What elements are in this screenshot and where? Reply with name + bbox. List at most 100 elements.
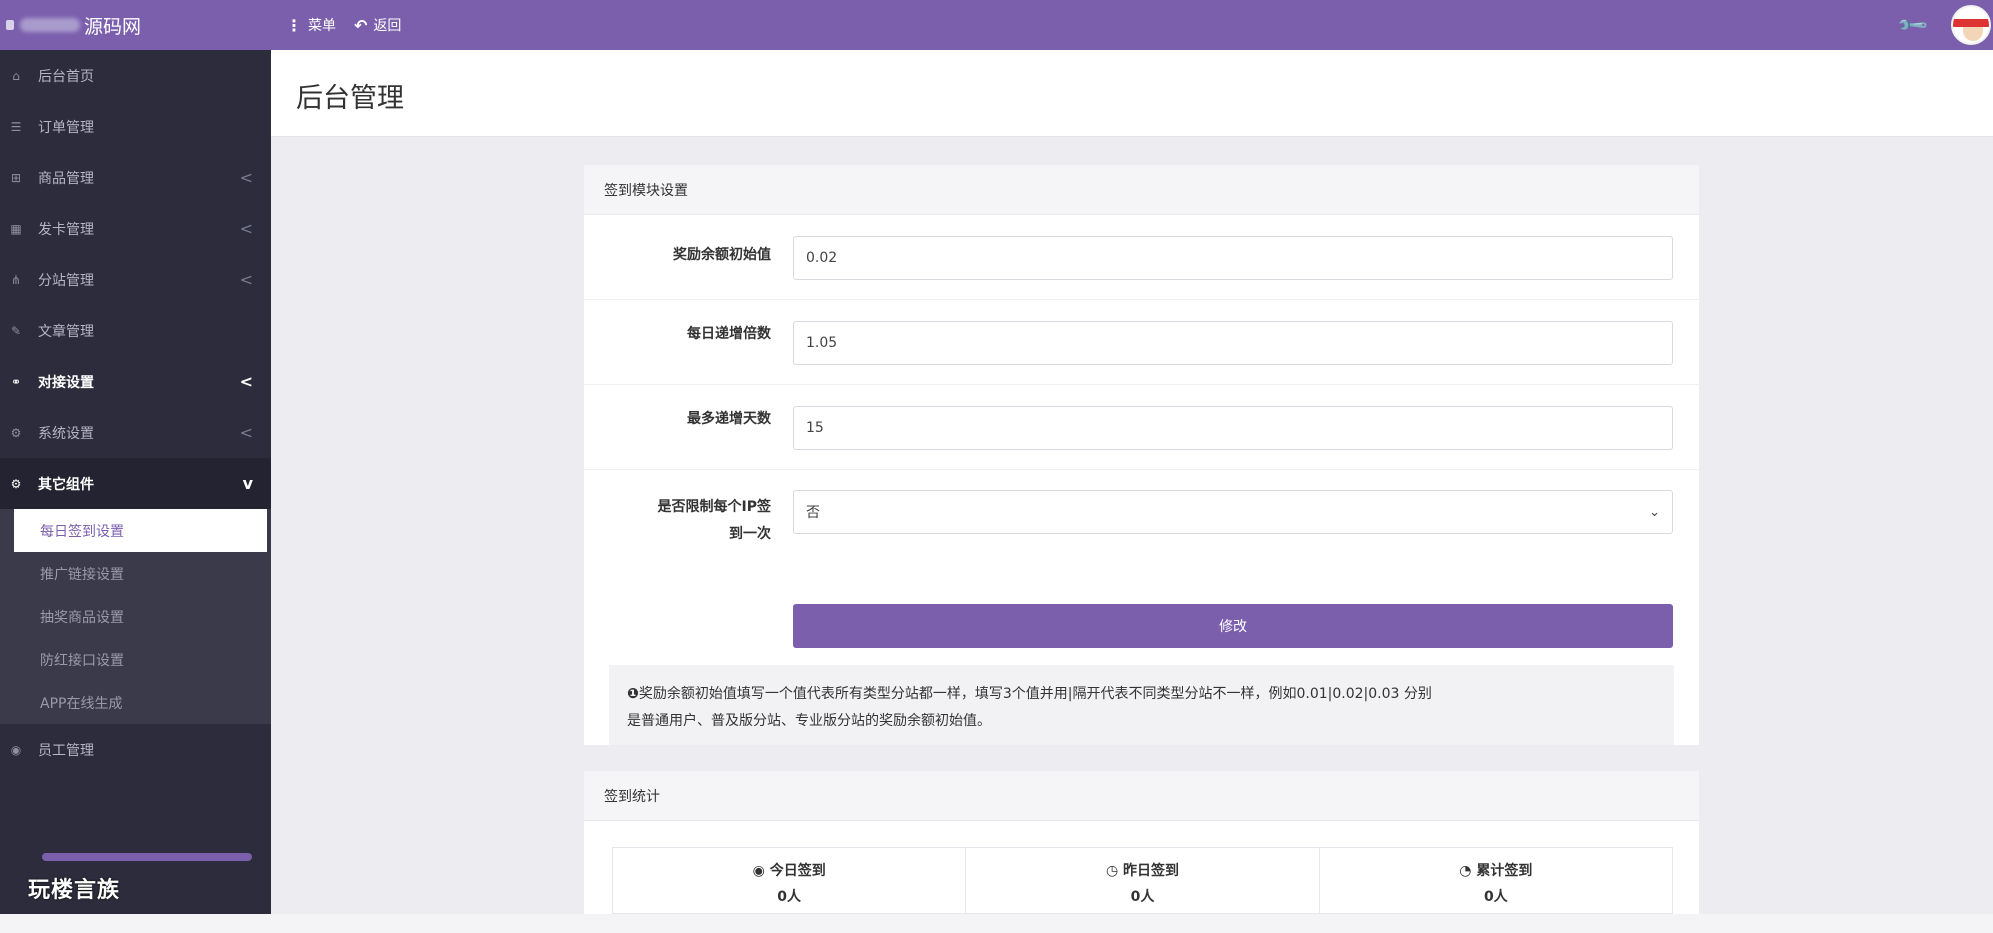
form-label: 最多递增天数 [687, 411, 771, 427]
pie-chart-icon: ◔ [1459, 863, 1477, 879]
sidebar-item-label: 后台首页 [38, 68, 94, 85]
page-title: 后台管理 [296, 83, 404, 114]
stat-label: ◉ 今日签到 [613, 860, 965, 880]
sidebar-item-label: 对接设置 [38, 374, 94, 391]
sidebar: ⌂ 后台首页 ☰ 订单管理 ⊞ 商品管理 < ▦ 发卡管理 < ⋔ 分站管理 <… [0, 50, 271, 914]
select-value: 否 [806, 505, 820, 521]
chevron-left-icon: < [239, 270, 253, 289]
sidebar-item-label: 商品管理 [38, 170, 94, 187]
stat-label-text: 昨日签到 [1123, 863, 1180, 879]
stat-today: ◉ 今日签到 0人 [613, 848, 967, 913]
grid-icon: ▦ [10, 221, 22, 236]
home-icon: ⌂ [12, 68, 20, 83]
menu-toggle-label: 菜单 [308, 18, 336, 34]
chevron-down-icon: v [242, 474, 253, 493]
wrench-icon[interactable]: 🔧 [1895, 8, 1930, 43]
chevron-down-icon: ⌄ [1649, 504, 1660, 520]
help-note-line: 是普通用户、普及版分站、专业版分站的奖励余额初始值。 [627, 713, 991, 729]
top-navbar: 源码网 ⋮ 菜单 ↶ 返回 🔧 [0, 0, 1993, 50]
sidebar-item-label: 发卡管理 [38, 221, 94, 238]
sidebar-item-system[interactable]: ⚙ 系统设置 < [0, 407, 271, 458]
help-note-text: 奖励余额初始值填写一个值代表所有类型分站都一样，填写3个值并用|隔开代表不同类型… [638, 686, 1432, 702]
sidebar-subitem-app-generator[interactable]: APP在线生成 [0, 681, 271, 724]
sidebar-item-label: 订单管理 [38, 119, 94, 136]
avatar-face [1963, 27, 1983, 41]
stat-label-text: 累计签到 [1476, 863, 1533, 879]
chevron-left-icon: < [239, 423, 253, 442]
sidebar-item-home[interactable]: ⌂ 后台首页 [0, 50, 271, 101]
stat-value: 0人 [1130, 889, 1155, 905]
stat-label: ◷ 昨日签到 [966, 860, 1318, 880]
sidebar-subitem-promo-link[interactable]: 推广链接设置 [0, 552, 271, 595]
link-icon: ⚭ [10, 374, 22, 389]
panel-title: 签到统计 [584, 771, 1699, 821]
sidebar-item-orders[interactable]: ☰ 订单管理 [0, 101, 271, 152]
top-right-tools: 🔧 [1895, 0, 1993, 50]
sidebar-subitem-anti-red-api[interactable]: 防红接口设置 [0, 638, 271, 681]
cogs-icon: ⚙ [10, 476, 22, 491]
input-value: 15 [806, 420, 824, 436]
gear-icon: ⚙ [10, 425, 22, 440]
info-icon: ❶ [627, 686, 639, 702]
stat-value: 0人 [777, 889, 802, 905]
stat-value: 0人 [1483, 889, 1508, 905]
brand-name: 源码网 [84, 15, 142, 38]
form-row-daily-multiplier: 每日递增倍数 1.05 [584, 300, 1699, 385]
daily-multiplier-input[interactable]: 1.05 [793, 321, 1673, 365]
help-note: ❶奖励余额初始值填写一个值代表所有类型分站都一样，填写3个值并用|隔开代表不同类… [609, 665, 1674, 745]
signin-stats-panel: 签到统计 ◉ 今日签到 0人 ◷ 昨日签到 0人 ◔ 累计签到 0人 [584, 771, 1699, 914]
user-circle-icon: ◉ [752, 863, 770, 879]
form-row-max-days: 最多递增天数 15 [584, 385, 1699, 470]
vertical-dots-icon: ⋮ [286, 15, 302, 35]
sidebar-item-staff[interactable]: ◉ 员工管理 [0, 724, 271, 775]
form-label: 奖励余额初始值 [673, 247, 771, 263]
stat-yesterday: ◷ 昨日签到 0人 [966, 848, 1320, 913]
sidebar-item-other-components[interactable]: ⚙ 其它组件 v [0, 458, 271, 509]
sidebar-item-substations[interactable]: ⋔ 分站管理 < [0, 254, 271, 305]
sidebar-subitem-daily-signin[interactable]: 每日签到设置 [14, 509, 267, 552]
stat-label: ◔ 累计签到 [1320, 860, 1672, 880]
sidebar-item-label: 系统设置 [38, 425, 94, 442]
form-label-line: 到一次 [729, 526, 771, 542]
stat-label-text: 今日签到 [769, 863, 826, 879]
page-header: 后台管理 [271, 50, 1993, 137]
sidebar-accent-bar [42, 853, 252, 861]
list-icon: ☰ [10, 119, 22, 134]
avatar[interactable] [1951, 5, 1991, 45]
reply-arrow-icon: ↶ [354, 15, 368, 35]
menu-toggle-button[interactable]: ⋮ 菜单 [286, 15, 336, 35]
sidebar-subitem-lottery-products[interactable]: 抽奖商品设置 [0, 595, 271, 638]
submit-button[interactable]: 修改 [793, 604, 1673, 648]
sidebar-item-products[interactable]: ⊞ 商品管理 < [0, 152, 271, 203]
stat-total: ◔ 累计签到 0人 [1320, 848, 1672, 913]
max-days-input[interactable]: 15 [793, 406, 1673, 450]
sidebar-item-articles[interactable]: ✎ 文章管理 [0, 305, 271, 356]
form-label-ip-limit: 是否限制每个IP签 到一次 [658, 494, 771, 548]
watermark: 玩楼言族 [28, 878, 121, 903]
initial-reward-input[interactable]: 0.02 [793, 236, 1673, 280]
chevron-left-icon: < [239, 168, 253, 187]
form-label-line: 是否限制每个IP签 [657, 499, 771, 515]
brand[interactable]: 源码网 [0, 0, 271, 50]
sidebar-item-cards[interactable]: ▦ 发卡管理 < [0, 203, 271, 254]
top-nav: ⋮ 菜单 ↶ 返回 [286, 0, 401, 50]
sidebar-submenu: 每日签到设置 推广链接设置 抽奖商品设置 防红接口设置 APP在线生成 [0, 509, 271, 724]
sidebar-item-label: 其它组件 [38, 476, 94, 493]
signin-settings-panel: 签到模块设置 奖励余额初始值 0.02 每日递增倍数 1.05 最多递增天数 1… [584, 165, 1699, 745]
edit-icon: ✎ [10, 323, 22, 338]
back-button[interactable]: ↶ 返回 [354, 15, 401, 35]
cart-icon: ⊞ [10, 170, 22, 185]
form-label: 每日递增倍数 [687, 326, 771, 342]
chevron-left-icon: < [239, 219, 253, 238]
stats-table: ◉ 今日签到 0人 ◷ 昨日签到 0人 ◔ 累计签到 0人 [612, 847, 1673, 914]
sidebar-item-label: 员工管理 [38, 742, 94, 759]
avatar-headband [1953, 19, 1989, 27]
panel-title: 签到模块设置 [584, 165, 1699, 215]
sidebar-item-label: 分站管理 [38, 272, 94, 289]
input-value: 0.02 [806, 250, 838, 266]
sidebar-item-integration[interactable]: ⚭ 对接设置 < [0, 356, 271, 407]
input-value: 1.05 [806, 335, 838, 351]
back-label: 返回 [373, 18, 402, 34]
clock-icon: ◷ [1105, 863, 1124, 879]
ip-limit-select[interactable]: 否 ⌄ [793, 490, 1673, 534]
